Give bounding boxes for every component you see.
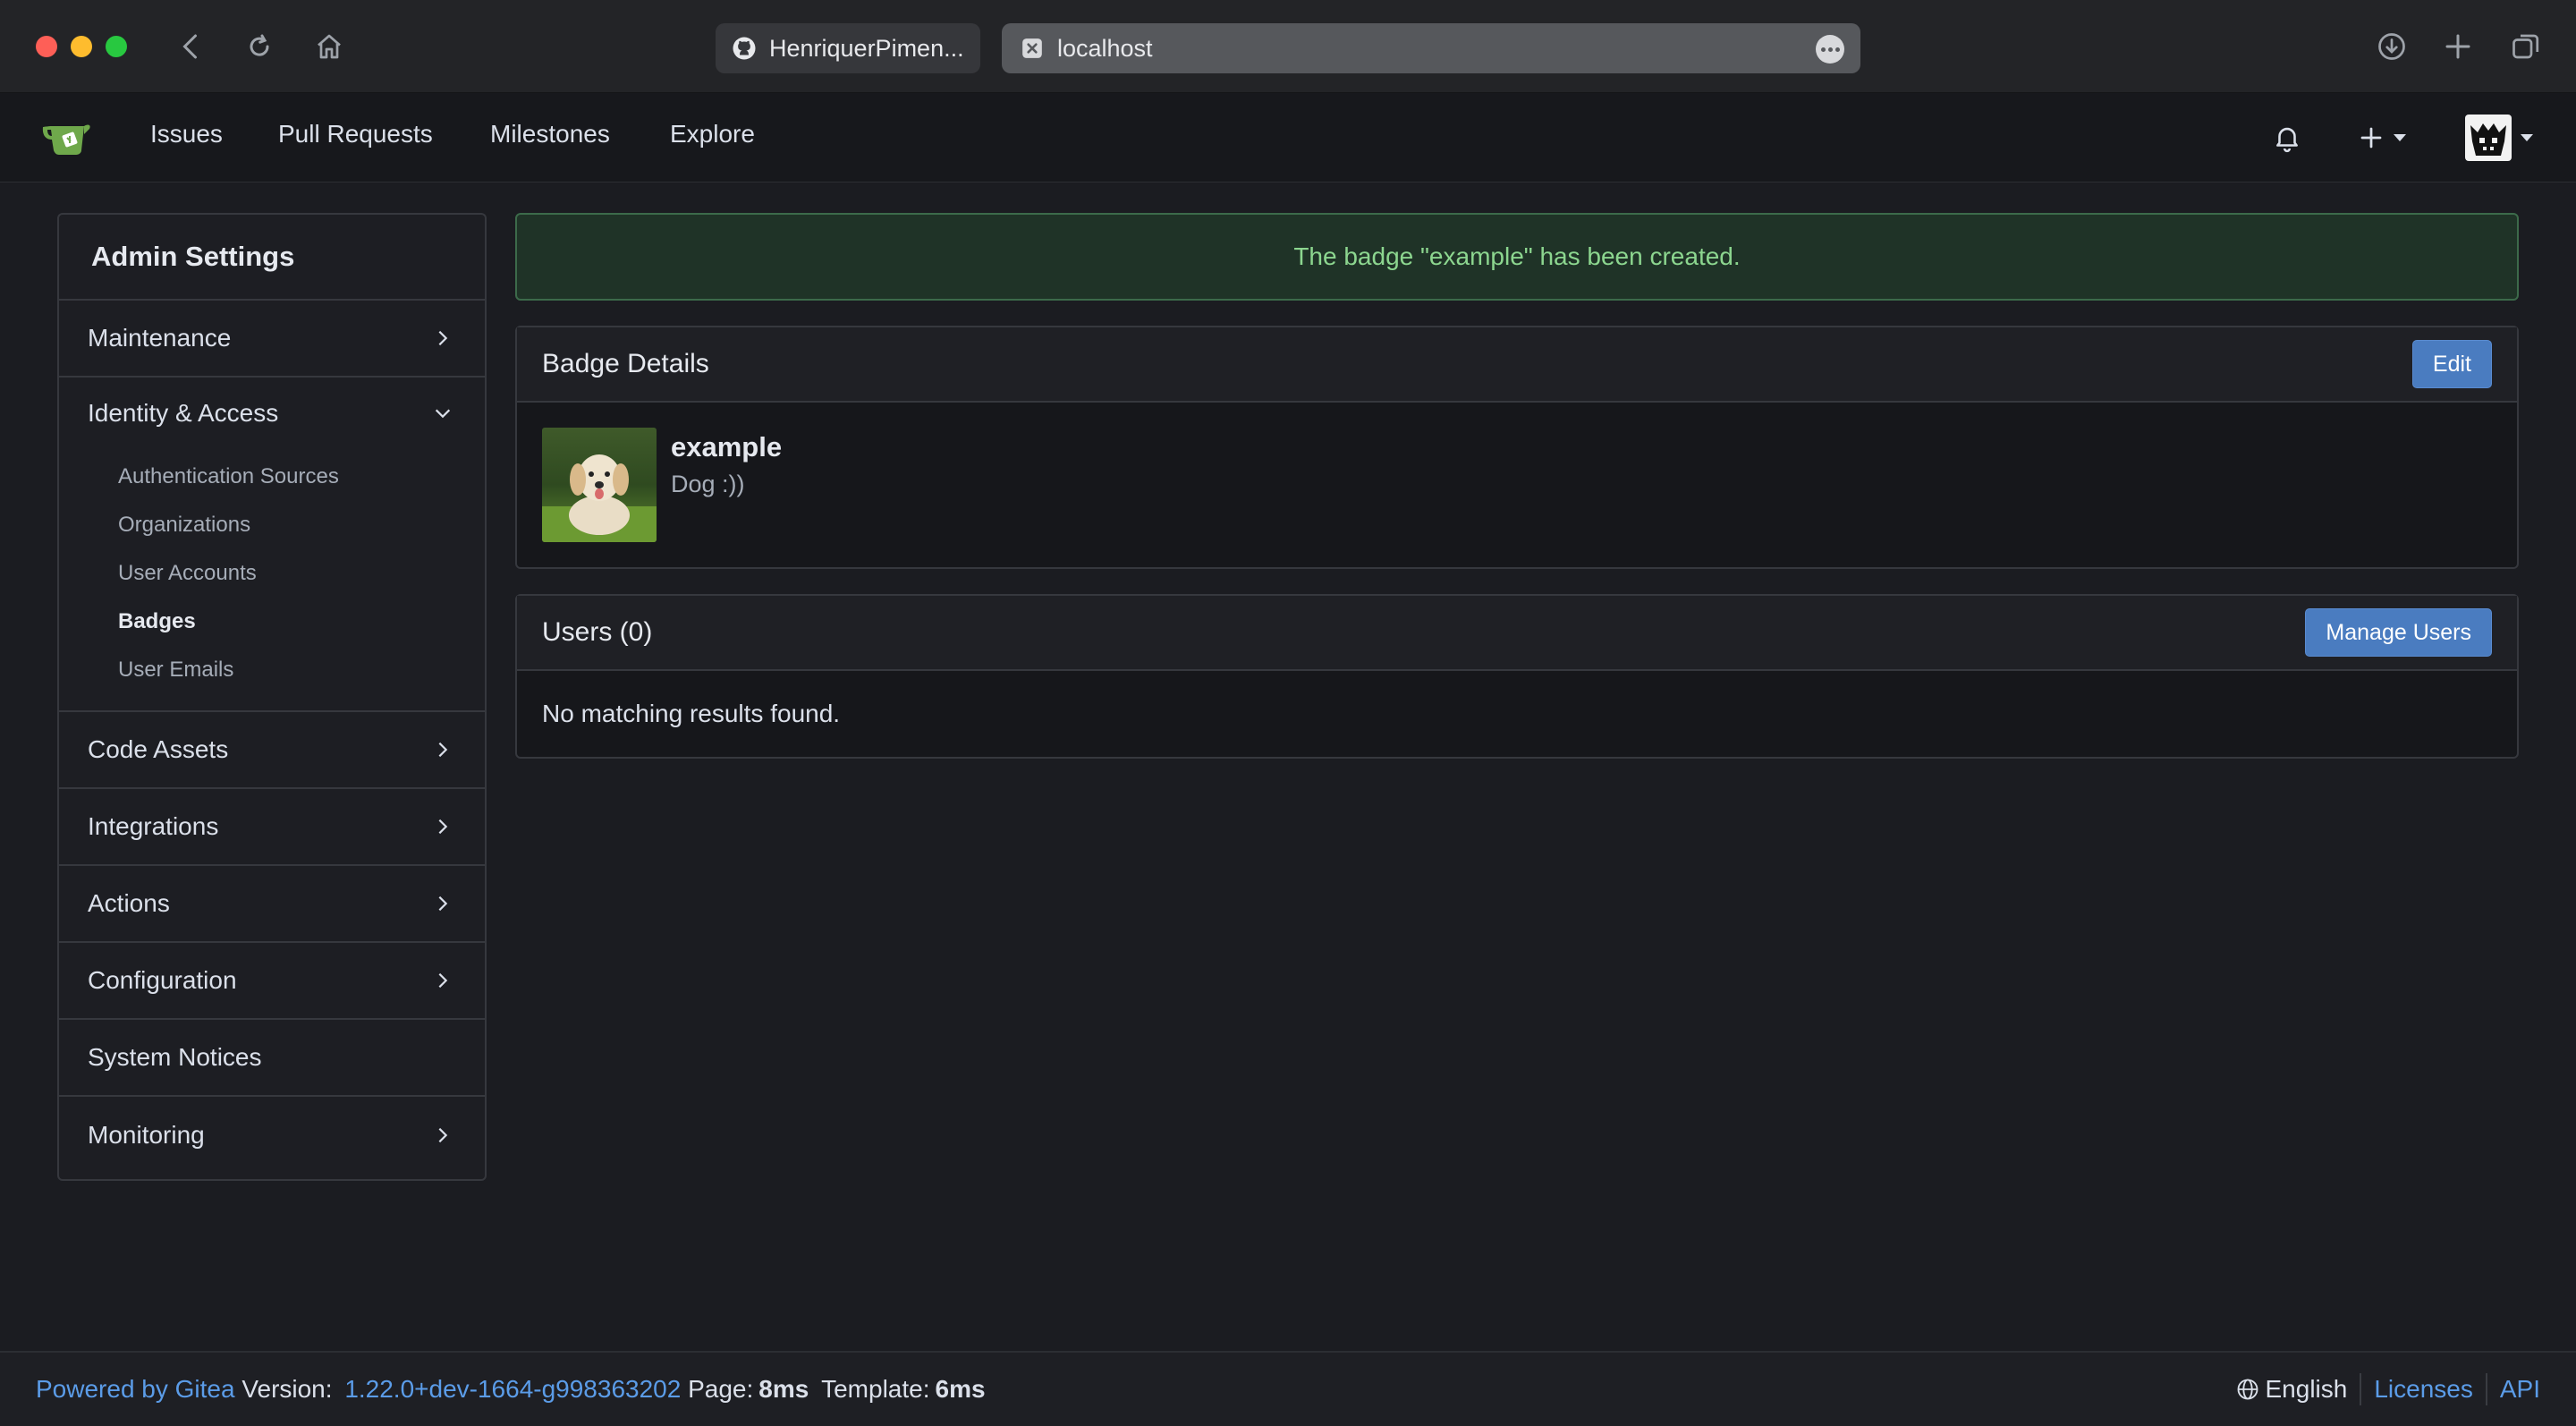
- page-time: 8ms: [758, 1375, 809, 1403]
- chevron-right-icon: [438, 330, 448, 346]
- more-icon[interactable]: [1816, 35, 1844, 64]
- caret-down-icon: [2394, 134, 2406, 141]
- sidebar-item-identity-access[interactable]: Identity & Access: [59, 378, 485, 449]
- sidebar-subitem-badges[interactable]: Badges: [118, 598, 485, 646]
- identity-access-submenu: Authentication Sources Organizations Use…: [59, 449, 485, 712]
- sidebar-item-label: Monitoring: [88, 1121, 205, 1149]
- chevron-right-icon: [438, 819, 448, 835]
- sidebar-item-label: Actions: [88, 889, 170, 917]
- home-icon[interactable]: [309, 27, 349, 66]
- plus-icon: [2360, 127, 2382, 149]
- tab-label: localhost: [1057, 34, 1153, 62]
- page-footer: Powered by Gitea Version: 1.22.0+dev-166…: [0, 1351, 2576, 1426]
- language-selector[interactable]: English: [2235, 1375, 2348, 1404]
- chevron-right-icon: [438, 895, 448, 912]
- sidebar-item-label: Code Assets: [88, 735, 229, 763]
- sidebar-item-code-assets[interactable]: Code Assets: [59, 712, 485, 789]
- page-label: Page:: [688, 1375, 754, 1403]
- sidebar-item-actions[interactable]: Actions: [59, 866, 485, 943]
- back-icon[interactable]: [172, 27, 211, 66]
- minimize-window-button[interactable]: [71, 36, 92, 57]
- reload-icon[interactable]: [240, 27, 279, 66]
- template-time: 6ms: [935, 1375, 986, 1403]
- version-label: Version:: [242, 1375, 333, 1403]
- sidebar-item-system-notices[interactable]: System Notices: [59, 1020, 485, 1097]
- powered-by-gitea-link[interactable]: Powered by Gitea: [36, 1375, 235, 1403]
- version-link[interactable]: 1.22.0+dev-1664-g998363202: [344, 1375, 681, 1403]
- badge-users-panel: Users (0) Manage Users No matching resul…: [515, 594, 2519, 759]
- badge-details-body: example Dog :)): [517, 403, 2517, 567]
- sidebar-item-label: Integrations: [88, 812, 219, 840]
- sidebar-item-label: Maintenance: [88, 324, 232, 352]
- new-tab-icon[interactable]: [2438, 27, 2478, 66]
- browser-toolbar: HenriquerPimen... localhost: [0, 0, 2576, 93]
- caret-down-icon: [2521, 134, 2533, 141]
- footer-divider: [2360, 1373, 2362, 1405]
- chevron-right-icon: [438, 972, 448, 989]
- sidebar-item-integrations[interactable]: Integrations: [59, 789, 485, 866]
- edit-button[interactable]: Edit: [2411, 340, 2492, 388]
- footer-divider: [2485, 1373, 2487, 1405]
- sidebar-item-maintenance[interactable]: Maintenance: [59, 301, 485, 378]
- badge-users-header: Users (0) Manage Users: [517, 596, 2517, 671]
- badge-details-panel: Badge Details Edit example Dog:)): [515, 326, 2519, 569]
- chevron-right-icon: [438, 742, 448, 758]
- tab-label: HenriquerPimen...: [769, 34, 964, 62]
- sidebar-subitem-organizations[interactable]: Organizations: [118, 501, 485, 549]
- sidebar-subitem-authentication-sources[interactable]: Authentication Sources: [118, 453, 485, 501]
- sidebar-item-label: Identity & Access: [88, 399, 279, 427]
- badge-description: Dog :)): [671, 471, 745, 497]
- nav-pull-requests[interactable]: Pull Requests: [278, 120, 433, 149]
- success-flash-message: The badge "example" has been created.: [515, 213, 2519, 301]
- nav-issues[interactable]: Issues: [150, 120, 223, 149]
- chevron-down-icon: [435, 409, 451, 419]
- close-tab-icon[interactable]: [1018, 34, 1046, 63]
- sidebar-item-label: Configuration: [88, 966, 237, 994]
- nav-explore[interactable]: Explore: [670, 120, 755, 149]
- sidebar-title: Admin Settings: [59, 215, 485, 301]
- sidebar-item-monitoring[interactable]: Monitoring: [59, 1097, 485, 1174]
- badge-image: [542, 428, 657, 542]
- nav-milestones[interactable]: Milestones: [490, 120, 610, 149]
- tab-localhost[interactable]: localhost: [1002, 23, 1860, 73]
- sidebar-subitem-user-emails[interactable]: User Emails: [118, 646, 485, 694]
- zoom-window-button[interactable]: [106, 36, 127, 57]
- download-icon[interactable]: [2372, 27, 2411, 66]
- api-link[interactable]: API: [2500, 1375, 2540, 1404]
- sidebar-item-configuration[interactable]: Configuration: [59, 943, 485, 1020]
- template-label: Template:: [821, 1375, 930, 1403]
- create-menu-button[interactable]: [2358, 113, 2406, 163]
- badge-name: example: [671, 431, 783, 463]
- badge-users-title: Users (0): [542, 617, 653, 647]
- gitea-logo-icon[interactable]: [39, 116, 95, 159]
- admin-settings-sidebar: Admin Settings Maintenance Identity & Ac…: [57, 213, 487, 1181]
- sidebar-item-label: System Notices: [88, 1043, 262, 1071]
- bell-icon[interactable]: [2272, 113, 2302, 163]
- chevron-right-icon: [438, 1127, 448, 1143]
- tab-github[interactable]: HenriquerPimen...: [716, 23, 980, 73]
- badge-details-title: Badge Details: [542, 349, 709, 378]
- close-window-button[interactable]: [36, 36, 57, 57]
- licenses-link[interactable]: Licenses: [2374, 1375, 2473, 1404]
- user-menu-button[interactable]: [2465, 113, 2533, 163]
- globe-icon: [2237, 1379, 2258, 1400]
- github-icon: [730, 34, 758, 63]
- language-label: English: [2265, 1375, 2348, 1403]
- avatar: [2465, 115, 2512, 161]
- badge-users-empty: No matching results found.: [542, 700, 841, 727]
- top-navbar: Issues Pull Requests Milestones Explore: [0, 93, 2576, 182]
- sidebar-subitem-user-accounts[interactable]: User Accounts: [118, 549, 485, 598]
- manage-users-button[interactable]: Manage Users: [2305, 608, 2492, 657]
- tab-overview-icon[interactable]: [2506, 27, 2546, 66]
- badge-details-header: Badge Details Edit: [517, 327, 2517, 403]
